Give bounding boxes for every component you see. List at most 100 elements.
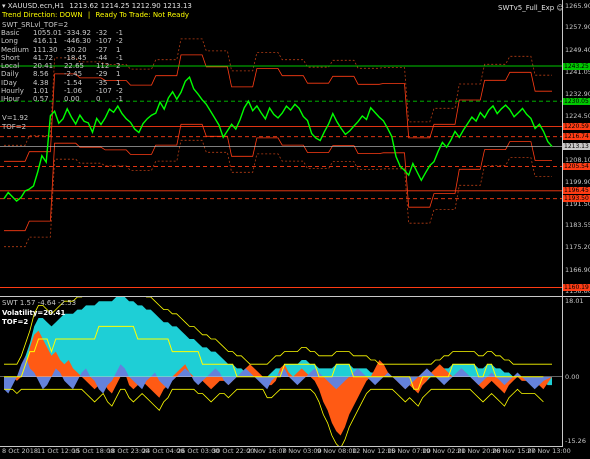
y-tick-label: 1199.90 [565,177,590,186]
stats-row: Local 20.41 22.65 112 2 [1,62,128,70]
level-tag: 1230.05 [563,97,590,105]
y-tick-label: 1257.90 [565,22,590,31]
x-tick-label: 8 Oct 2018 [2,447,39,455]
expert-label[interactable]: SWTv5_Full_Exp ☺ [498,4,564,12]
level-tag: 1243.25 [563,62,590,70]
y-tick-label: 1265.90 [565,1,590,10]
trend-value: DOWN [59,11,83,19]
stats-row: Long 416.11 -446.30 -107 -2 [1,37,128,45]
symbol-label: XAUUSD.ecn,H1 [7,2,65,10]
stats-cell-c: -107 [95,37,112,46]
stats-cell-b: -30.20 [63,45,87,54]
stats-cell-c: 0 [95,95,101,104]
expert-name: SWTv5_Full_Exp [498,4,555,12]
stats-cell-name: Local [1,62,20,71]
stats-cell-a: 4.38 [33,78,49,87]
stats-cell-b: -2.45 [63,70,83,79]
level-tag: 1216.74 [563,133,590,141]
stats-row: IDay 4.38 -1.54 -35 1 [1,79,128,87]
volatility-label: Volatility=20.41 [2,309,66,317]
y-tick-label: 1166.90 [565,265,590,274]
separator: | [87,11,91,19]
stats-cell-d: -2 [115,87,123,96]
stats-cell-name: Medium [1,45,29,54]
stats-cell-name: IDay [1,78,17,87]
level-tag: 1205.54 [563,163,590,171]
y-tick-label: 1232.90 [565,89,590,98]
stats-cell-b: -1.06 [63,87,83,96]
ready-value: Not Ready [152,11,190,19]
stats-cell-a: 1.01 [33,87,49,96]
tof-value: TOF=2 [2,123,27,131]
y-tick-label: 1249.40 [565,45,590,54]
stats-cell-d: 1 [115,78,121,87]
symbol-info: ▾ XAUUSD.ecn,H1 1213.62 1214.25 1212.90 … [2,2,192,10]
stats-cell-a: 111.30 [33,45,58,54]
stats-cell-b: -334.92 [63,29,91,37]
x-tick-label: 2 Nov 16:00 [247,447,287,455]
level-tag: 1213.13 [563,142,590,150]
chart-window: { "header": { "symbol": "XAUUSD.ecn,H1",… [0,0,590,459]
stats-cell-c: -35 [95,78,108,87]
stats-cell-name: Long [1,37,18,46]
lower-band-line [4,388,544,447]
sub-tof-label: TOF=2 [2,318,29,326]
stats-cell-name: Short [1,53,20,62]
stats-cell-c: -32 [95,29,108,37]
stats-cell-c: -44 [95,53,108,62]
outer-lower-channel-line [4,139,552,248]
stats-row: Basic 1055.01 -334.92 -32 -1 [1,29,128,37]
arrow-down-icon: ▾ [2,2,6,10]
panel-title: SWT_SRLvl_TOF=2 [2,21,69,29]
stats-cell-d: 2 [115,62,121,71]
stats-row: Daily 8.56 -2.45 -29 1 [1,70,128,78]
stats-cell-name: Hourly [1,87,24,96]
stats-cell-d: -1 [115,95,123,104]
stats-cell-a: 20.41 [33,62,54,71]
frame-divider [0,296,590,297]
oscillator-chart[interactable] [0,297,563,447]
trend-label: Trend Direction: [2,11,58,19]
x-tick-label: 9 Nov 08:00 [317,447,357,455]
level-tag: 1196.45 [563,187,590,195]
trend-line: Trend Direction: DOWN | Ready To Trade: … [2,11,189,19]
stats-cell-c: -29 [95,70,108,79]
smiley-icon: ☺ [556,4,564,12]
stats-cell-a: 41.72 [33,53,54,62]
stats-row: Short 41.72 -18.45 -44 -1 [1,54,128,62]
ohlc-label: 1213.62 1214.25 1212.90 1213.13 [69,2,192,10]
stats-row: Hourly 1.01 -1.06 -107 -2 [1,87,128,95]
x-tick-label: 27 Nov 13:00 [527,447,571,455]
stats-row: Medium 111.30 -30.20 -27 1 [1,46,128,54]
stats-cell-b: 22.65 [63,62,84,71]
stats-row: IHour 0.57 0.00 0 -1 [1,95,128,103]
stats-cell-b: 0.00 [63,95,80,104]
sub-y-tick-label: -15.26 [565,436,586,445]
stats-cell-d: -1 [115,53,123,62]
y-tick-label: 1224.50 [565,112,590,120]
stats-cell-b: -1.54 [63,78,83,87]
stats-cell-a: 0.57 [33,95,49,104]
stats-cell-name: Daily [1,70,19,79]
stats-cell-a: 8.56 [33,70,49,79]
ready-label: Ready To Trade: [95,11,151,19]
sub-title: SWT 1.57 -4.64 -2.53 [2,299,77,307]
stats-cell-b: -18.45 [63,53,87,62]
stats-cell-a: 416.11 [33,37,58,46]
stats-cell-d: 1 [115,70,121,79]
stats-cell-d: -1 [115,29,123,37]
stats-cell-c: -27 [95,45,108,54]
v-value: V=1.92 [2,114,29,122]
stats-cell-name: IHour [1,95,20,104]
y-tick-label: 1175.20 [565,243,590,252]
stats-cell-name: Basic [1,29,20,37]
y-tick-label: 1183.55 [565,221,590,230]
level-tag: 1193.50 [563,195,590,203]
stats-cell-a: 1055.01 [33,29,62,37]
level-tag: 1220.59 [563,122,590,130]
stats-table: Basic 1055.01 -334.92 -32 -1 Long 416.11 -446.3… [1,29,128,104]
lower-channel-line [4,123,552,232]
stats-cell-c: -107 [95,87,112,96]
stats-cell-c: 112 [95,62,110,71]
stats-cell-d: -2 [115,37,123,46]
